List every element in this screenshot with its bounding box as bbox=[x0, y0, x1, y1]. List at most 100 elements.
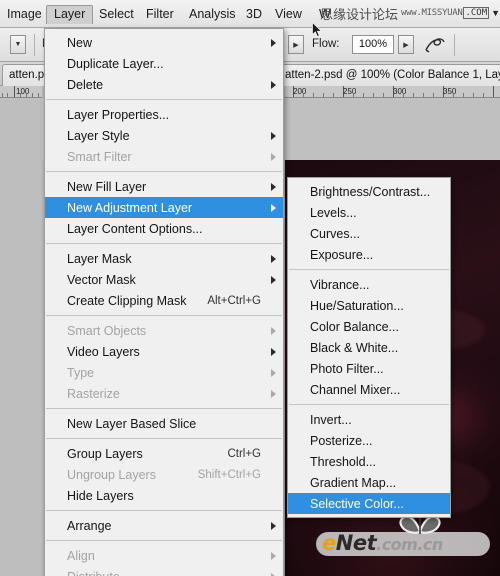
layer-menu-item-label: Type bbox=[67, 365, 95, 380]
flow-stepper[interactable]: ▶ bbox=[398, 35, 414, 54]
chevron-right-icon bbox=[271, 368, 276, 377]
opacity-stepper[interactable]: ▶ bbox=[288, 35, 304, 54]
layer-menu-item-label: Align bbox=[67, 548, 95, 563]
menubar-item-analysis[interactable]: Analysis bbox=[182, 5, 243, 24]
watermark-domain: .COM bbox=[463, 7, 490, 19]
adjustment-submenu-item-label: Vibrance... bbox=[310, 277, 370, 292]
chevron-right-icon bbox=[271, 80, 276, 89]
chevron-right-icon bbox=[271, 551, 276, 560]
adjustment-submenu-item-label: Black & White... bbox=[310, 340, 399, 355]
layer-menu-item-label: Duplicate Layer... bbox=[67, 56, 164, 71]
menu-bar: Image Layer Select Filter Analysis 3D Vi… bbox=[0, 0, 500, 28]
layer-menu-item-label: Smart Filter bbox=[67, 149, 132, 164]
layer-menu-item-new[interactable]: New bbox=[45, 32, 283, 53]
airbrush-icon[interactable] bbox=[424, 36, 446, 54]
adjustment-submenu-item-label: Brightness/Contrast... bbox=[310, 184, 431, 199]
layer-menu-separator bbox=[46, 171, 282, 172]
adjustment-submenu-item-gradient-map[interactable]: Gradient Map... bbox=[288, 472, 450, 493]
layer-menu-separator bbox=[46, 438, 282, 439]
layer-menu-item-layer-mask[interactable]: Layer Mask bbox=[45, 248, 283, 269]
adjustment-submenu-item-curves[interactable]: Curves... bbox=[288, 223, 450, 244]
layer-menu-item-layer-properties[interactable]: Layer Properties... bbox=[45, 104, 283, 125]
adjustment-submenu-item-label: Selective Color... bbox=[310, 496, 404, 511]
layer-menu-item-hide-layers[interactable]: Hide Layers bbox=[45, 485, 283, 506]
document-tab-2[interactable]: atten-2.psd @ 100% (Color Balance 1, Lay bbox=[278, 64, 500, 86]
adjustment-submenu-item-label: Channel Mixer... bbox=[310, 382, 401, 397]
layer-menu-item-label: Create Clipping Mask bbox=[67, 293, 187, 308]
chevron-right-icon bbox=[271, 572, 276, 576]
layer-menu-item-new-layer-based-slice[interactable]: New Layer Based Slice bbox=[45, 413, 283, 434]
layer-menu-item-delete[interactable]: Delete bbox=[45, 74, 283, 95]
layer-menu-separator bbox=[46, 243, 282, 244]
layer-menu-item-smart-filter: Smart Filter bbox=[45, 146, 283, 167]
adjustment-submenu-item-label: Invert... bbox=[310, 412, 352, 427]
layer-menu-item-arrange[interactable]: Arrange bbox=[45, 515, 283, 536]
layer-menu-item-new-adjustment-layer[interactable]: New Adjustment Layer bbox=[45, 197, 283, 218]
layer-menu-item-shortcut: Shift+Ctrl+G bbox=[197, 468, 261, 481]
layer-menu[interactable]: New Duplicate Layer... Delete Layer Propert… bbox=[44, 28, 284, 576]
layer-menu-item-label: Group Layers bbox=[67, 446, 143, 461]
brush-preset-dropdown[interactable]: ▼ bbox=[10, 35, 26, 54]
layer-menu-item-type: Type bbox=[45, 362, 283, 383]
menubar-item-3d[interactable]: 3D bbox=[239, 5, 269, 24]
layer-menu-item-label: New Layer Based Slice bbox=[67, 416, 197, 431]
layer-menu-item-label: Rasterize bbox=[67, 386, 120, 401]
menubar-item-image[interactable]: Image bbox=[0, 5, 49, 24]
layer-menu-item-label: Vector Mask bbox=[67, 272, 136, 287]
layer-menu-item-label: New Fill Layer bbox=[67, 179, 147, 194]
adjustment-submenu-item-channel-mixer[interactable]: Channel Mixer... bbox=[288, 379, 450, 400]
adjustment-submenu-item-hue-saturation[interactable]: Hue/Saturation... bbox=[288, 295, 450, 316]
layer-menu-item-label: Layer Content Options... bbox=[67, 221, 203, 236]
flow-input[interactable]: 100% bbox=[352, 35, 394, 54]
layer-menu-item-new-fill-layer[interactable]: New Fill Layer bbox=[45, 176, 283, 197]
layer-menu-item-label: Ungroup Layers bbox=[67, 467, 156, 482]
layer-menu-item-duplicate-layer[interactable]: Duplicate Layer... bbox=[45, 53, 283, 74]
menubar-item-select[interactable]: Select bbox=[92, 5, 141, 24]
layer-menu-item-label: Hide Layers bbox=[67, 488, 134, 503]
chevron-right-icon bbox=[271, 203, 276, 212]
layer-menu-item-layer-style[interactable]: Layer Style bbox=[45, 125, 283, 146]
adjustment-submenu-separator bbox=[289, 404, 449, 405]
menubar-item-window[interactable]: W bbox=[312, 5, 338, 24]
adjustment-submenu-separator bbox=[289, 269, 449, 270]
ruler-label: 200 bbox=[293, 87, 307, 96]
new-adjustment-layer-submenu[interactable]: Brightness/Contrast... Levels... Curves...… bbox=[287, 177, 451, 518]
adjustment-submenu-item-exposure[interactable]: Exposure... bbox=[288, 244, 450, 265]
layer-menu-separator bbox=[46, 315, 282, 316]
ruler-label: 100 bbox=[16, 87, 30, 96]
chevron-right-icon bbox=[271, 152, 276, 161]
layer-menu-item-label: New bbox=[67, 35, 93, 50]
adjustment-submenu-item-photo-filter[interactable]: Photo Filter... bbox=[288, 358, 450, 379]
layer-menu-item-layer-content-options[interactable]: Layer Content Options... bbox=[45, 218, 283, 239]
horizontal-ruler[interactable]: 200 250 300 350 bbox=[285, 86, 500, 98]
adjustment-submenu-item-levels[interactable]: Levels... bbox=[288, 202, 450, 223]
adjustment-submenu-item-brightness-contrast[interactable]: Brightness/Contrast... bbox=[288, 181, 450, 202]
adjustment-submenu-item-posterize[interactable]: Posterize... bbox=[288, 430, 450, 451]
menubar-item-filter[interactable]: Filter bbox=[139, 5, 181, 24]
adjustment-submenu-item-label: Posterize... bbox=[310, 433, 373, 448]
ruler-label: 300 bbox=[393, 87, 407, 96]
adjustment-submenu-item-invert[interactable]: Invert... bbox=[288, 409, 450, 430]
layer-menu-item-create-clipping-mask[interactable]: Create Clipping Mask Alt+Ctrl+G bbox=[45, 290, 283, 311]
menubar-item-layer[interactable]: Layer bbox=[46, 5, 94, 24]
layer-menu-item-label: New Adjustment Layer bbox=[67, 200, 193, 215]
adjustment-submenu-item-label: Color Balance... bbox=[310, 319, 399, 334]
chevron-down-icon: ▼ bbox=[491, 8, 500, 18]
vertical-ruler[interactable]: 100 bbox=[0, 86, 42, 98]
adjustment-submenu-item-vibrance[interactable]: Vibrance... bbox=[288, 274, 450, 295]
layer-menu-item-label: Video Layers bbox=[67, 344, 140, 359]
options-separator-2 bbox=[454, 34, 455, 56]
adjustment-submenu-item-black-white[interactable]: Black & White... bbox=[288, 337, 450, 358]
menubar-item-view[interactable]: View bbox=[268, 5, 309, 24]
adjustment-submenu-item-label: Levels... bbox=[310, 205, 357, 220]
ruler-label: 250 bbox=[343, 87, 357, 96]
layer-menu-item-label: Delete bbox=[67, 77, 104, 92]
layer-menu-item-vector-mask[interactable]: Vector Mask bbox=[45, 269, 283, 290]
adjustment-submenu-item-selective-color[interactable]: Selective Color... bbox=[288, 493, 450, 514]
document-tab-1[interactable]: atten.psd bbox=[2, 64, 48, 86]
adjustment-submenu-item-threshold[interactable]: Threshold... bbox=[288, 451, 450, 472]
photoshop-window: eNet.com.cn 200 250 300 350 100 atten.ps… bbox=[0, 0, 500, 576]
layer-menu-item-video-layers[interactable]: Video Layers bbox=[45, 341, 283, 362]
adjustment-submenu-item-color-balance[interactable]: Color Balance... bbox=[288, 316, 450, 337]
layer-menu-item-group-layers[interactable]: Group Layers Ctrl+G bbox=[45, 443, 283, 464]
